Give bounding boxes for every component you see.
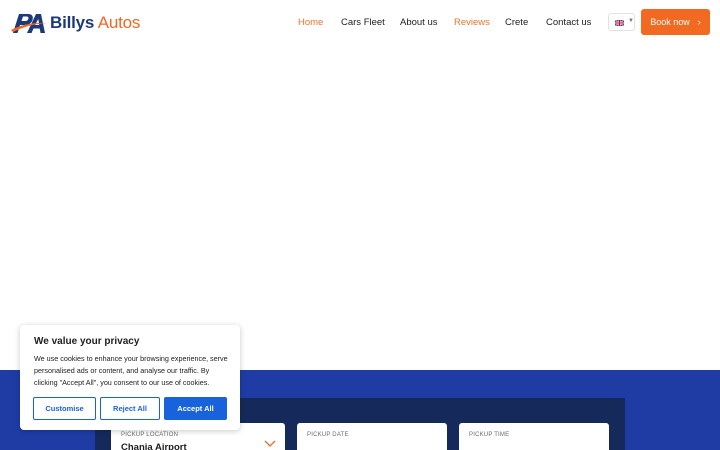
cookie-title: We value your privacy <box>34 336 140 347</box>
language-selector[interactable]: ▼ <box>608 13 635 31</box>
logo[interactable]: Billys Autos <box>11 11 140 35</box>
logo-text-part2: Autos <box>97 13 141 32</box>
cookie-consent-banner: We value your privacy We use cookies to … <box>20 325 240 430</box>
pickup-location-value: Chania Airport <box>121 442 187 450</box>
logo-text-part1: Billys <box>50 13 95 32</box>
logo-mark-icon <box>11 14 47 33</box>
cookie-description: We use cookies to enhance your browsing … <box>34 354 228 387</box>
chevron-down-icon: ▼ <box>628 18 634 24</box>
nav-item-contact-us[interactable]: Contact us <box>546 16 591 29</box>
book-now-button[interactable]: Book now › <box>641 9 710 35</box>
customise-button[interactable]: Customise <box>33 397 96 420</box>
reject-all-button[interactable]: Reject All <box>100 397 160 420</box>
pickup-date-field[interactable]: PICKUP DATE <box>297 423 447 450</box>
site-header: Billys Autos Home Cars Fleet About us Re… <box>0 0 720 45</box>
accept-all-button[interactable]: Accept All <box>164 397 227 420</box>
nav-item-crete[interactable]: Crete <box>505 16 528 29</box>
pickup-time-label: PICKUP TIME <box>469 432 510 438</box>
nav-item-about-us[interactable]: About us <box>400 16 438 29</box>
pickup-time-field[interactable]: PICKUP TIME <box>459 423 609 450</box>
nav-item-cars-fleet[interactable]: Cars Fleet <box>341 16 385 29</box>
uk-flag-icon <box>615 20 624 26</box>
logo-text: Billys Autos <box>50 11 140 35</box>
nav-item-home[interactable]: Home <box>298 16 323 29</box>
chevron-down-icon <box>264 440 276 447</box>
hero-area <box>0 45 720 370</box>
pickup-location-label: PICKUP LOCATION <box>121 432 179 438</box>
nav-item-reviews[interactable]: Reviews <box>454 16 490 29</box>
pickup-date-label: PICKUP DATE <box>307 432 349 438</box>
book-now-label: Book now <box>650 17 690 27</box>
chevron-right-icon: › <box>697 17 701 27</box>
